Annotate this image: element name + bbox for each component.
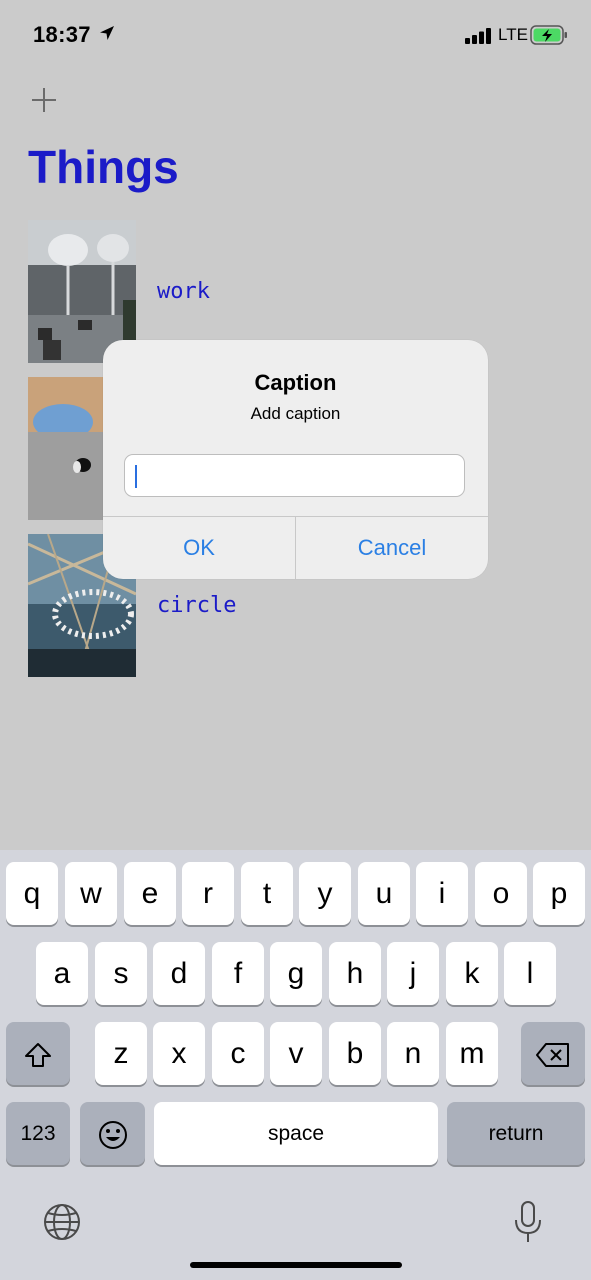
- plus-icon[interactable]: [28, 84, 60, 116]
- key-z[interactable]: z: [95, 1022, 147, 1085]
- page-title: Things: [28, 141, 179, 193]
- key-a[interactable]: a: [36, 942, 88, 1005]
- emoji-icon: [98, 1121, 127, 1150]
- key-j[interactable]: j: [387, 942, 439, 1005]
- shift-icon: [25, 1043, 51, 1068]
- network-type: LTE: [498, 25, 528, 44]
- caption-input[interactable]: [124, 454, 465, 497]
- key-c[interactable]: c: [212, 1022, 264, 1085]
- home-indicator: [190, 1262, 402, 1268]
- key-b[interactable]: b: [329, 1022, 381, 1085]
- key-g[interactable]: g: [270, 942, 322, 1005]
- key-e[interactable]: e: [124, 862, 176, 925]
- key-v[interactable]: v: [270, 1022, 322, 1085]
- keyboard: q w e r t y u i o p a s d f g h j k l z …: [0, 850, 591, 1280]
- key-f[interactable]: f: [212, 942, 264, 1005]
- location-arrow-icon: [100, 26, 114, 40]
- key-m[interactable]: m: [446, 1022, 498, 1085]
- key-q[interactable]: q: [6, 862, 58, 925]
- emoji-key[interactable]: [80, 1102, 145, 1165]
- backspace-icon: [536, 1043, 569, 1068]
- text-cursor: [135, 465, 137, 488]
- key-n[interactable]: n: [387, 1022, 439, 1085]
- delete-key[interactable]: [521, 1022, 585, 1085]
- cancel-button[interactable]: Cancel: [296, 517, 488, 579]
- key-k[interactable]: k: [446, 942, 498, 1005]
- ok-button[interactable]: OK: [103, 517, 295, 579]
- battery-charging-icon: [530, 25, 567, 45]
- shift-key[interactable]: [6, 1022, 70, 1085]
- key-u[interactable]: u: [358, 862, 410, 925]
- key-s[interactable]: s: [95, 942, 147, 1005]
- status-time: 18:37: [33, 22, 91, 47]
- return-key[interactable]: return: [447, 1102, 585, 1165]
- cellular-signal-icon: [465, 28, 491, 44]
- key-i[interactable]: i: [416, 862, 468, 925]
- alert-message: Add caption: [250, 404, 341, 423]
- alert-title: Caption: [254, 370, 337, 395]
- key-y[interactable]: y: [299, 862, 351, 925]
- space-key[interactable]: space: [154, 1102, 438, 1165]
- key-t[interactable]: t: [241, 862, 293, 925]
- key-h[interactable]: h: [329, 942, 381, 1005]
- item-caption: circle: [157, 593, 237, 618]
- numbers-key[interactable]: 123: [6, 1102, 70, 1165]
- key-d[interactable]: d: [153, 942, 205, 1005]
- item-caption: work: [157, 279, 210, 304]
- globe-icon[interactable]: [42, 1202, 82, 1242]
- key-o[interactable]: o: [475, 862, 527, 925]
- key-x[interactable]: x: [153, 1022, 205, 1085]
- key-l[interactable]: l: [504, 942, 556, 1005]
- microphone-icon[interactable]: [512, 1200, 544, 1244]
- status-bar: 18:37 LTE: [0, 0, 591, 70]
- key-w[interactable]: w: [65, 862, 117, 925]
- key-p[interactable]: p: [533, 862, 585, 925]
- key-r[interactable]: r: [182, 862, 234, 925]
- caption-alert-dialog: Caption Add caption OK Cancel: [103, 340, 488, 579]
